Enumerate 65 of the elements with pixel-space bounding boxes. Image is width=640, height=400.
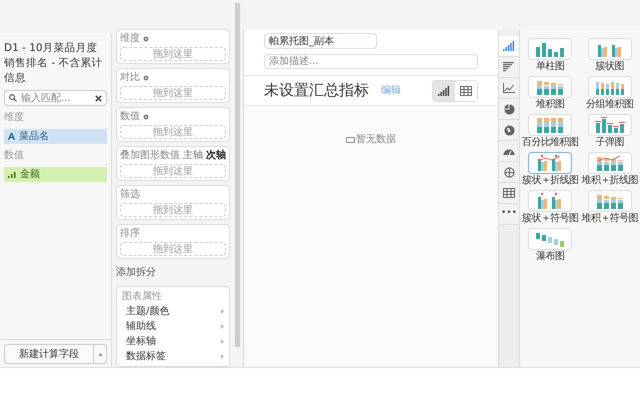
slot-label: 排序: [120, 226, 140, 241]
search-field[interactable]: 输入匹配...: [21, 90, 91, 106]
chart-type-option[interactable]: 堆积＋折线图: [580, 152, 639, 187]
close-icon: [95, 94, 102, 102]
bar-chart-icon: [438, 86, 450, 96]
slot-label: 数值: [120, 110, 140, 124]
search-icon: [9, 94, 17, 102]
property-item[interactable]: 主题/颜色: [122, 304, 224, 319]
chart-type-option[interactable]: 子弹图: [580, 114, 639, 149]
chevron-right-icon: [221, 309, 224, 314]
dropdown-button[interactable]: [93, 345, 106, 363]
empty-message: 暂无数据: [356, 132, 396, 147]
chevron-right-icon: [221, 354, 224, 359]
bar-chart-icon: [503, 41, 515, 51]
chart-category-tab[interactable]: [499, 141, 519, 162]
chart-type-option[interactable]: 单柱图: [521, 38, 580, 73]
horizontal-bar-icon: [503, 62, 515, 72]
pie-chart-icon: [504, 104, 514, 114]
chevron-right-icon: [221, 324, 224, 329]
chart-type-option[interactable]: 百分比堆积图: [521, 114, 580, 149]
field-item[interactable]: 菜品名: [4, 129, 107, 144]
chart-type-option[interactable]: 瀑布图: [521, 228, 580, 263]
table-icon: [460, 86, 472, 96]
property-item[interactable]: 坐标轴: [122, 334, 224, 349]
axis-option[interactable]: 主轴: [183, 148, 203, 163]
summary-title: 未设置汇总指标: [264, 80, 369, 102]
description-field[interactable]: 添加描述...: [264, 54, 478, 69]
chart-type-option[interactable]: 簇状＋折线图: [521, 152, 580, 187]
section-label: 数值: [3, 149, 25, 163]
search-box[interactable]: 输入匹配...: [4, 90, 107, 106]
more-button[interactable]: •••: [499, 204, 519, 225]
slot-label: 筛选: [120, 188, 140, 202]
text-type-icon: [8, 133, 15, 140]
chart-category-tab[interactable]: [499, 162, 519, 183]
chart-category-tab[interactable]: [499, 99, 519, 120]
chart-category-tab[interactable]: [499, 183, 519, 204]
slot-label: 对比: [120, 70, 140, 85]
name-field[interactable]: 帕累托图_副本: [264, 33, 377, 49]
table-icon: [503, 188, 515, 198]
property-item[interactable]: 数据标签: [122, 349, 224, 364]
properties-title: 图表属性: [122, 290, 163, 304]
chart-category-tab[interactable]: [499, 78, 519, 99]
bar-chart-icon: [8, 172, 16, 178]
chart-type-option[interactable]: 簇状＋符号图: [521, 190, 580, 225]
caret-icon: [98, 352, 102, 356]
chart-category-tab[interactable]: [499, 120, 519, 141]
field-item[interactable]: 金额: [4, 167, 107, 182]
chevron-right-icon: [221, 339, 224, 344]
dataset-title: D1 - 10月菜品月度销售排名 - 不含累计信息: [3, 41, 104, 86]
chart-category-tab[interactable]: [499, 57, 519, 78]
scrollbar[interactable]: [235, 3, 240, 347]
chart-type-option[interactable]: 堆积＋符号图: [580, 190, 639, 225]
add-split-label[interactable]: 添加拆分: [116, 263, 230, 282]
section-label: 维度: [3, 110, 25, 125]
line-chart-icon: [503, 83, 515, 93]
empty-box-icon: [346, 136, 355, 142]
chart-type-option[interactable]: 簇状图: [580, 38, 639, 73]
slot-label: 维度: [120, 32, 140, 46]
chart-type-option[interactable]: 堆积图: [521, 76, 580, 111]
slot-label: 叠加图形数值: [120, 148, 180, 163]
chart-view-button[interactable]: [433, 80, 455, 100]
axis-option[interactable]: 次轴: [206, 148, 226, 163]
chart-type-option[interactable]: 分组堆积图: [580, 76, 639, 111]
property-item[interactable]: 辅助线: [122, 319, 224, 334]
chart-category-tab[interactable]: [499, 36, 519, 57]
